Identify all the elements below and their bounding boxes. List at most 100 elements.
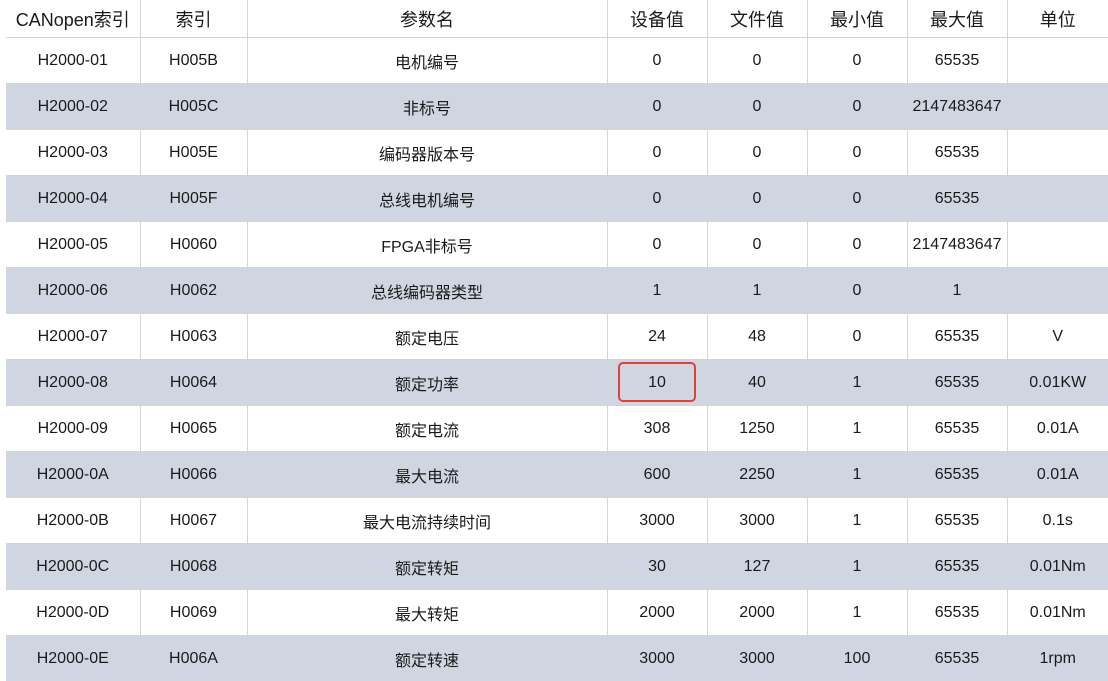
cell-index: H0068	[140, 544, 247, 590]
cell-device-value[interactable]: 0	[607, 38, 707, 84]
cell-param-name: 额定功率	[247, 360, 607, 406]
cell-canopen-index: H2000-01	[6, 38, 140, 84]
cell-max-value: 65535	[907, 406, 1007, 452]
cell-device-value[interactable]: 308	[607, 406, 707, 452]
cell-max-value: 65535	[907, 360, 1007, 406]
cell-param-name: 电机编号	[247, 38, 607, 84]
cell-param-name: 非标号	[247, 84, 607, 130]
cell-max-value: 65535	[907, 38, 1007, 84]
cell-unit: 0.01A	[1007, 452, 1108, 498]
cell-min-value: 0	[807, 222, 907, 268]
cell-param-name: FPGA非标号	[247, 222, 607, 268]
table-row[interactable]: H2000-06H0062总线编码器类型1101	[6, 268, 1108, 314]
cell-device-value[interactable]: 1	[607, 268, 707, 314]
cell-min-value: 1	[807, 498, 907, 544]
cell-file-value: 3000	[707, 498, 807, 544]
cell-device-value[interactable]: 3000	[607, 498, 707, 544]
column-header-file-value[interactable]: 文件值	[707, 0, 807, 38]
cell-canopen-index: H2000-04	[6, 176, 140, 222]
table-row[interactable]: H2000-0CH0068额定转矩301271655350.01Nm	[6, 544, 1108, 590]
cell-file-value: 0	[707, 84, 807, 130]
cell-param-name: 最大电流持续时间	[247, 498, 607, 544]
cell-min-value: 1	[807, 452, 907, 498]
cell-unit: V	[1007, 314, 1108, 360]
cell-file-value: 0	[707, 130, 807, 176]
table-row[interactable]: H2000-0AH0066最大电流60022501655350.01A	[6, 452, 1108, 498]
cell-device-value[interactable]: 0	[607, 130, 707, 176]
cell-file-value: 0	[707, 38, 807, 84]
cell-max-value: 65535	[907, 498, 1007, 544]
cell-max-value: 65535	[907, 636, 1007, 681]
cell-unit: 1rpm	[1007, 636, 1108, 681]
cell-unit: 0.01Nm	[1007, 590, 1108, 636]
cell-device-value[interactable]: 30	[607, 544, 707, 590]
table-row[interactable]: H2000-05H0060FPGA非标号0002147483647	[6, 222, 1108, 268]
cell-index: H0062	[140, 268, 247, 314]
cell-min-value: 100	[807, 636, 907, 681]
cell-index: H0064	[140, 360, 247, 406]
column-header-max-value[interactable]: 最大值	[907, 0, 1007, 38]
cell-index: H0065	[140, 406, 247, 452]
table-row[interactable]: H2000-0DH0069最大转矩200020001655350.01Nm	[6, 590, 1108, 636]
cell-index: H0069	[140, 590, 247, 636]
cell-file-value: 2000	[707, 590, 807, 636]
cell-index: H005B	[140, 38, 247, 84]
cell-unit	[1007, 84, 1108, 130]
cell-unit	[1007, 38, 1108, 84]
cell-max-value: 65535	[907, 314, 1007, 360]
cell-max-value: 65535	[907, 544, 1007, 590]
cell-max-value: 1	[907, 268, 1007, 314]
cell-min-value: 0	[807, 314, 907, 360]
cell-file-value: 127	[707, 544, 807, 590]
cell-canopen-index: H2000-0D	[6, 590, 140, 636]
cell-unit	[1007, 176, 1108, 222]
cell-device-value[interactable]: 0	[607, 176, 707, 222]
cell-canopen-index: H2000-02	[6, 84, 140, 130]
cell-max-value: 65535	[907, 452, 1007, 498]
table-row[interactable]: H2000-0BH0067最大电流持续时间300030001655350.1s	[6, 498, 1108, 544]
cell-unit	[1007, 222, 1108, 268]
cell-canopen-index: H2000-05	[6, 222, 140, 268]
table-row[interactable]: H2000-0EH006A额定转速30003000100655351rpm	[6, 636, 1108, 681]
cell-file-value: 0	[707, 176, 807, 222]
cell-max-value: 65535	[907, 176, 1007, 222]
cell-min-value: 1	[807, 544, 907, 590]
column-header-min-value[interactable]: 最小值	[807, 0, 907, 38]
cell-device-value[interactable]: 10	[607, 360, 707, 406]
column-header-index[interactable]: 索引	[140, 0, 247, 38]
table-row[interactable]: H2000-09H0065额定电流30812501655350.01A	[6, 406, 1108, 452]
cell-min-value: 1	[807, 360, 907, 406]
cell-param-name: 总线编码器类型	[247, 268, 607, 314]
table-row[interactable]: H2000-03H005E编码器版本号00065535	[6, 130, 1108, 176]
column-header-canopen-index[interactable]: CANopen索引	[6, 0, 140, 38]
cell-canopen-index: H2000-08	[6, 360, 140, 406]
cell-param-name: 额定电压	[247, 314, 607, 360]
column-header-param-name[interactable]: 参数名	[247, 0, 607, 38]
cell-device-value[interactable]: 2000	[607, 590, 707, 636]
table-row[interactable]: H2000-04H005F总线电机编号00065535	[6, 176, 1108, 222]
column-header-device-value[interactable]: 设备值	[607, 0, 707, 38]
cell-min-value: 1	[807, 406, 907, 452]
cell-device-value[interactable]: 3000	[607, 636, 707, 681]
cell-canopen-index: H2000-03	[6, 130, 140, 176]
cell-device-value[interactable]: 0	[607, 222, 707, 268]
cell-param-name: 额定转矩	[247, 544, 607, 590]
cell-canopen-index: H2000-06	[6, 268, 140, 314]
column-header-unit[interactable]: 单位	[1007, 0, 1108, 38]
cell-min-value: 1	[807, 590, 907, 636]
cell-device-value[interactable]: 600	[607, 452, 707, 498]
cell-unit	[1007, 268, 1108, 314]
table-row[interactable]: H2000-02H005C非标号0002147483647	[6, 84, 1108, 130]
cell-device-value[interactable]: 24	[607, 314, 707, 360]
cell-param-name: 额定转速	[247, 636, 607, 681]
cell-unit	[1007, 130, 1108, 176]
table-row[interactable]: H2000-08H0064额定功率10401655350.01KW	[6, 360, 1108, 406]
cell-max-value: 2147483647	[907, 222, 1007, 268]
cell-unit: 0.01KW	[1007, 360, 1108, 406]
cell-device-value[interactable]: 0	[607, 84, 707, 130]
table-row[interactable]: H2000-01H005B电机编号00065535	[6, 38, 1108, 84]
cell-canopen-index: H2000-09	[6, 406, 140, 452]
cell-max-value: 2147483647	[907, 84, 1007, 130]
table-row[interactable]: H2000-07H0063额定电压2448065535V	[6, 314, 1108, 360]
cell-unit: 0.01Nm	[1007, 544, 1108, 590]
